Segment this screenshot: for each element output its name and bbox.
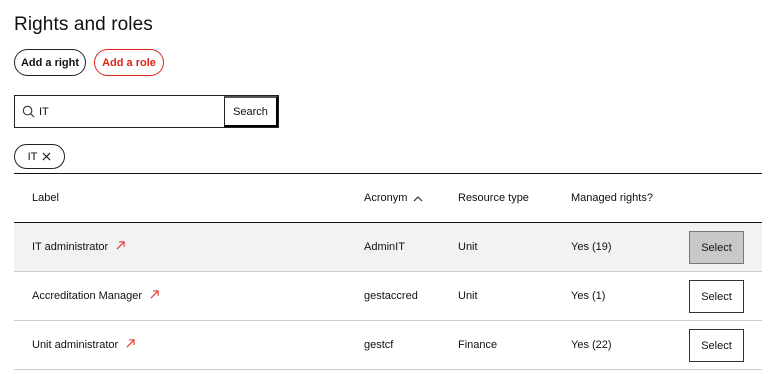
- managed-rights-cell: Yes (1): [571, 290, 606, 302]
- role-label-link[interactable]: Accreditation Manager: [32, 272, 159, 320]
- managed-rights-cell: Yes (19): [571, 241, 612, 253]
- acronym-cell: gestaccred: [364, 290, 418, 302]
- role-label: Unit administrator: [32, 339, 119, 351]
- filter-tag-label: IT: [27, 150, 38, 163]
- select-button[interactable]: Select: [689, 231, 744, 264]
- resource-type-cell: Unit: [458, 290, 478, 302]
- role-label-link[interactable]: Unit administrator: [32, 321, 135, 369]
- sort-ascending-icon[interactable]: [413, 195, 423, 202]
- external-link-icon[interactable]: [126, 338, 135, 348]
- role-label-link[interactable]: IT administrator: [32, 223, 125, 271]
- search-icon: [22, 105, 35, 118]
- filter-tag[interactable]: IT: [14, 144, 65, 169]
- column-header-label[interactable]: Label: [32, 174, 59, 222]
- resource-type-cell: Unit: [458, 241, 478, 253]
- search-field[interactable]: [15, 96, 224, 127]
- role-label: IT administrator: [32, 241, 109, 253]
- select-button[interactable]: Select: [689, 280, 744, 313]
- roles-table: Label Acronym Resource type Managed righ…: [14, 173, 762, 370]
- external-link-icon[interactable]: [116, 240, 125, 250]
- role-label: Accreditation Manager: [32, 290, 143, 302]
- acronym-cell: gestcf: [364, 339, 394, 351]
- external-link-icon[interactable]: [150, 289, 159, 299]
- table-row: Accreditation Manager gestaccred Unit Ye…: [14, 272, 762, 321]
- column-header-acronym-text: Acronym: [364, 192, 408, 204]
- column-header-acronym[interactable]: Acronym: [364, 174, 423, 222]
- column-header-resource-type[interactable]: Resource type: [458, 174, 529, 222]
- select-button[interactable]: Select: [689, 329, 744, 362]
- search-input[interactable]: [39, 105, 209, 118]
- table-row: Unit administrator gestcf Finance Yes (2…: [14, 321, 762, 370]
- table-row: IT administrator AdminIT Unit Yes (19) S…: [14, 223, 762, 272]
- search-button[interactable]: Search: [224, 96, 278, 127]
- search-bar: Search: [14, 95, 279, 128]
- table-header: Label Acronym Resource type Managed righ…: [14, 174, 762, 223]
- close-icon[interactable]: [42, 152, 51, 161]
- managed-rights-cell: Yes (22): [571, 339, 612, 351]
- add-role-button[interactable]: Add a role: [94, 49, 164, 76]
- acronym-cell: AdminIT: [364, 241, 405, 253]
- add-right-button[interactable]: Add a right: [14, 49, 86, 76]
- column-header-managed-rights[interactable]: Managed rights?: [571, 174, 653, 222]
- page-title: Rights and roles: [14, 14, 153, 35]
- resource-type-cell: Finance: [458, 339, 498, 351]
